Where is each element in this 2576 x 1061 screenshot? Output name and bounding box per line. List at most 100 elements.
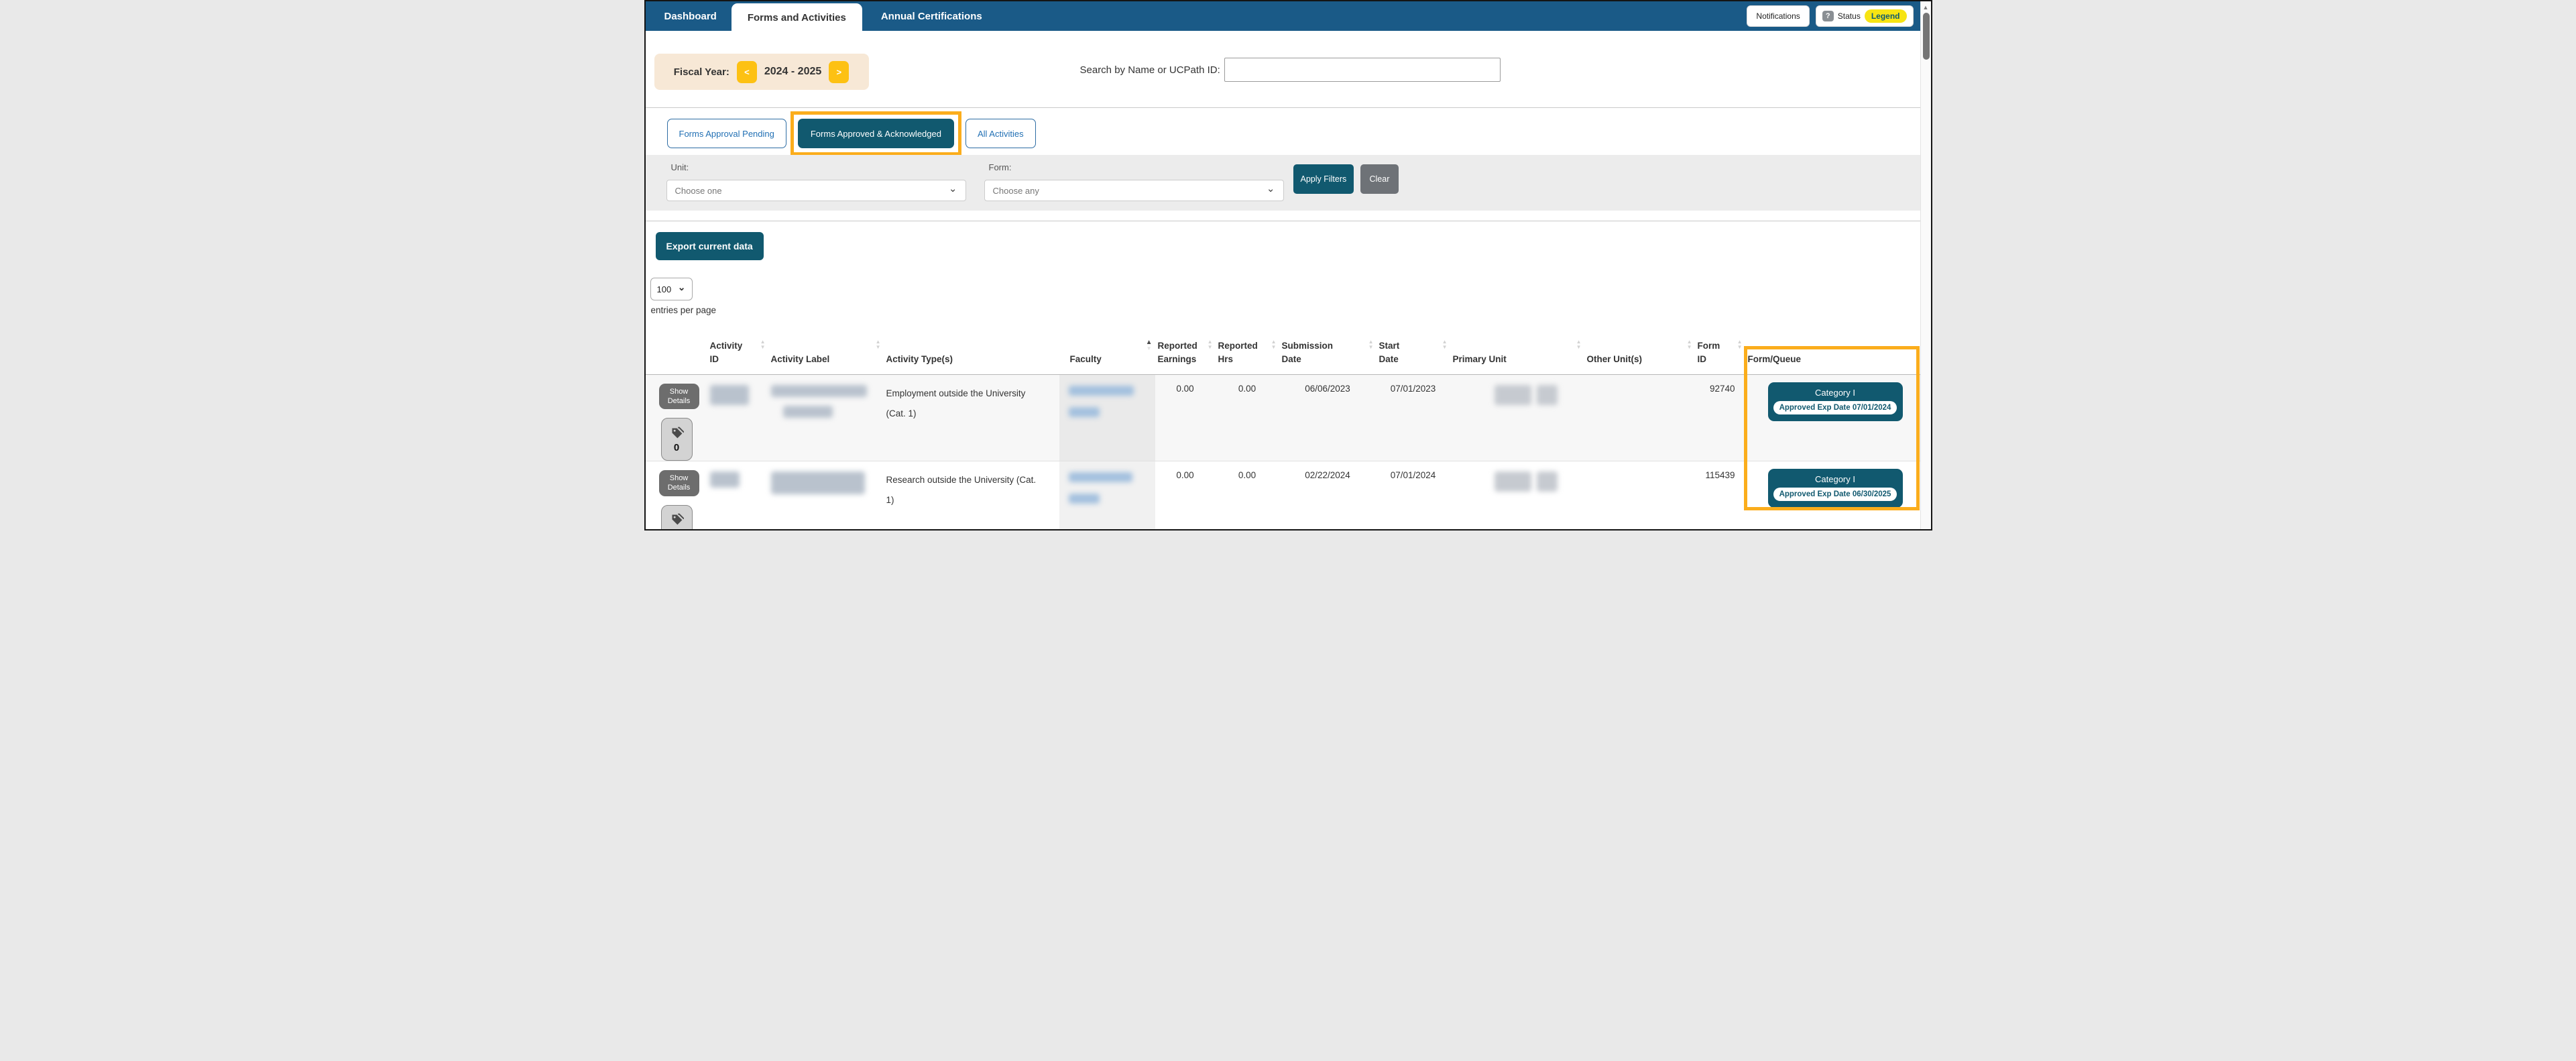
redacted-activity-id [710, 471, 740, 488]
redacted-faculty-link [1069, 386, 1134, 396]
scrollbar[interactable]: ▲ [1920, 1, 1931, 529]
column-header-faculty[interactable]: Faculty ▲▼ [1059, 322, 1155, 374]
queue-category: Category I [1771, 388, 1899, 398]
fiscal-year-selector: Fiscal Year: < 2024 - 2025 > [654, 54, 869, 90]
table-row: Show Details 0 [646, 374, 1922, 461]
column-header-text: Reported [1218, 339, 1279, 353]
top-nav: Dashboard Forms and Activities Annual Ce… [646, 1, 1922, 31]
activity-id-cell [707, 374, 768, 461]
faculty-cell [1059, 374, 1155, 461]
column-header-submission-date[interactable]: Submission Date ▲▼ [1279, 322, 1377, 374]
export-current-data-button[interactable]: Export current data [656, 232, 764, 260]
column-header-text: ID [1698, 353, 1735, 366]
column-header-activity-id[interactable]: Activity ID ▲▼ [707, 322, 768, 374]
queue-status-badge: Category I Approved Exp Date 06/30/2025 [1768, 469, 1903, 508]
search-group: Search by Name or UCPath ID: [1080, 58, 1501, 82]
fiscal-year-next-button[interactable]: > [829, 61, 849, 83]
activity-label-cell [768, 461, 884, 530]
column-header-form-queue: Form/Queue [1745, 322, 1922, 374]
tag-count: 0 [674, 442, 679, 453]
column-header-reported-hrs[interactable]: Reported Hrs ▲▼ [1216, 322, 1279, 374]
tab-forms-approval-pending[interactable]: Forms Approval Pending [667, 119, 786, 148]
tag-count: 0 [674, 528, 679, 530]
column-header-text: Hrs [1218, 353, 1279, 366]
fiscal-year-label: Fiscal Year: [674, 66, 729, 78]
queue-approved-pill: Approved Exp Date 07/01/2024 [1773, 401, 1897, 414]
tab-forms-approved-acknowledged[interactable]: Forms Approved & Acknowledged [798, 119, 954, 148]
start-date-cell: 07/01/2024 [1377, 461, 1450, 530]
column-header-other-units[interactable]: Other Unit(s) ▲▼ [1584, 322, 1695, 374]
toolbar-row: Fiscal Year: < 2024 - 2025 > Search by N… [646, 54, 1922, 90]
sort-icon: ▲▼ [760, 339, 766, 350]
unit-select[interactable]: Choose one ⌄ [666, 180, 966, 201]
tab-all-activities[interactable]: All Activities [965, 119, 1036, 148]
sort-ascending-icon: ▲▼ [1146, 339, 1153, 351]
entries-per-page-label: entries per page [651, 305, 1922, 315]
search-label: Search by Name or UCPath ID: [1080, 64, 1220, 76]
column-header-activity-label[interactable]: Activity Label ▲▼ [768, 322, 884, 374]
filter-panel: Unit: Choose one ⌄ Form: Choose any ⌄ Ap… [646, 155, 1922, 211]
help-icon: ? [1822, 11, 1834, 21]
nav-item-dashboard[interactable]: Dashboard [664, 11, 717, 22]
primary-unit-cell [1450, 461, 1584, 530]
tags-button[interactable]: 0 [661, 505, 693, 530]
row-actions-cell: Show Details 0 [646, 461, 707, 530]
sort-icon: ▲▼ [876, 339, 881, 350]
form-queue-cell: Category I Approved Exp Date 07/01/2024 [1745, 374, 1922, 461]
search-input[interactable] [1224, 58, 1501, 82]
column-header-primary-unit[interactable]: Primary Unit ▲▼ [1450, 322, 1584, 374]
form-select-value: Choose any [993, 186, 1039, 196]
activities-table-wrap: Activity ID ▲▼ Activity Label ▲▼ Activit… [646, 322, 1922, 530]
nav-item-annual-certifications[interactable]: Annual Certifications [881, 11, 982, 22]
reported-hrs-cell: 0.00 [1216, 461, 1279, 530]
notifications-button[interactable]: Notifications [1747, 5, 1809, 27]
column-header-text: ID [710, 353, 768, 366]
redacted-faculty-link [1069, 472, 1132, 482]
legend-badge: Legend [1865, 9, 1907, 23]
column-header-text: Start [1379, 339, 1450, 353]
table-header-row: Activity ID ▲▼ Activity Label ▲▼ Activit… [646, 322, 1922, 374]
column-header-text: Primary Unit [1453, 353, 1584, 366]
redacted-primary-unit [1537, 471, 1558, 492]
sort-icon: ▲▼ [1576, 339, 1582, 350]
clear-filters-button[interactable]: Clear [1360, 164, 1399, 194]
column-header-reported-earnings[interactable]: Reported Earnings ▲▼ [1155, 322, 1216, 374]
row-actions-cell: Show Details 0 [646, 374, 707, 461]
column-header-form-id[interactable]: Form ID ▲▼ [1695, 322, 1745, 374]
redacted-activity-id [710, 385, 749, 405]
submission-date-cell: 02/22/2024 [1279, 461, 1377, 530]
show-details-button[interactable]: Show Details [659, 384, 699, 410]
redacted-activity-label [771, 385, 867, 397]
tags-button[interactable]: 0 [661, 418, 693, 461]
column-header-start-date[interactable]: Start Date ▲▼ [1377, 322, 1450, 374]
redacted-activity-label [783, 406, 833, 418]
queue-approved-pill: Approved Exp Date 06/30/2025 [1773, 488, 1897, 501]
redacted-primary-unit [1495, 385, 1531, 405]
activity-id-cell [707, 461, 768, 530]
other-units-cell [1584, 374, 1695, 461]
column-header-text: Activity Label [771, 353, 884, 366]
scrollbar-thumb[interactable] [1923, 13, 1930, 60]
scrollbar-up-icon[interactable]: ▲ [1922, 4, 1930, 11]
entries-per-page-value: 100 [657, 284, 672, 294]
form-queue-cell: Category I Approved Exp Date 06/30/2025 [1745, 461, 1922, 530]
unit-filter-label: Unit: [671, 162, 689, 172]
entries-per-page-select[interactable]: 100 ⌄ [650, 278, 693, 300]
nav-item-forms-and-activities[interactable]: Forms and Activities [731, 3, 862, 38]
table-row: Show Details 0 [646, 461, 1922, 530]
column-header-text: Other Unit(s) [1587, 353, 1695, 366]
column-header-text: Activity [710, 339, 768, 353]
column-header-text: Form [1698, 339, 1735, 353]
primary-unit-cell [1450, 374, 1584, 461]
form-select[interactable]: Choose any ⌄ [984, 180, 1284, 201]
column-header-text: Faculty [1070, 353, 1155, 366]
fiscal-year-prev-button[interactable]: < [737, 61, 757, 83]
activity-label-cell [768, 374, 884, 461]
show-details-button[interactable]: Show Details [659, 470, 699, 496]
chevron-down-icon: ⌄ [949, 182, 957, 194]
apply-filters-button[interactable]: Apply Filters [1293, 164, 1354, 194]
activity-type-cell: Research outside the University (Cat. 1) [884, 461, 1059, 530]
column-header-actions [646, 322, 707, 374]
column-header-text: Date [1379, 353, 1450, 366]
status-legend-button[interactable]: ? Status Legend [1816, 5, 1914, 27]
